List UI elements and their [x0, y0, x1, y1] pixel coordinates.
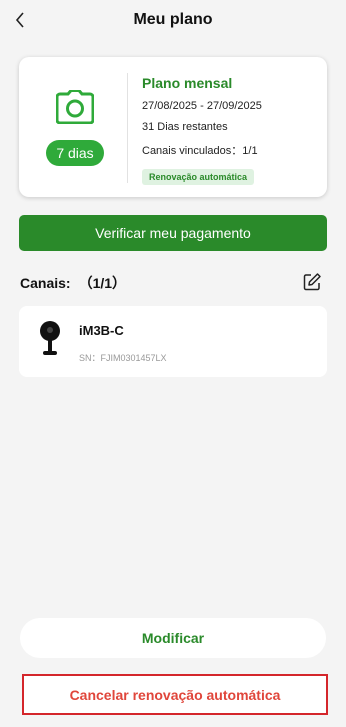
modify-button[interactable]: Modificar [20, 618, 326, 658]
top-bar: Meu plano [0, 0, 346, 40]
device-name: iM3B-C [79, 323, 124, 338]
chevron-left-icon [15, 12, 24, 28]
plan-linked-channels: Canais vinculados：1/1 [142, 145, 258, 157]
back-button[interactable] [8, 8, 32, 32]
plan-period: 27/08/2025 - 27/09/2025 [142, 100, 262, 112]
plan-remaining: 31 Dias restantes [142, 121, 228, 133]
channels-count: （1/1） [78, 275, 127, 291]
plan-card: 7 dias Plano mensal 27/08/2025 - 27/09/2… [19, 57, 327, 197]
camera-device-icon [40, 321, 60, 355]
cancel-auto-renew-button[interactable]: Cancelar renovação automática [22, 674, 328, 715]
plan-details: Plano mensal 27/08/2025 - 27/09/2025 31 … [142, 75, 322, 185]
auto-renew-badge: Renovação automática [142, 169, 255, 185]
plan-name: Plano mensal [142, 75, 233, 91]
plan-divider [127, 73, 128, 183]
page-title: Meu plano [133, 11, 213, 28]
days-badge: 7 dias [46, 140, 104, 166]
plan-summary: 7 dias [19, 57, 127, 197]
edit-channels-button[interactable] [302, 272, 322, 292]
camera-icon [56, 90, 94, 124]
edit-icon [303, 273, 321, 291]
verify-payment-button[interactable]: Verificar meu pagamento [19, 215, 327, 251]
device-serial: SN：FJIM0301457LX [79, 353, 167, 363]
channels-header: Canais: （1/1） [20, 272, 328, 294]
channel-list-item[interactable]: iM3B-C SN：FJIM0301457LX [19, 306, 327, 377]
channels-label: Canais: [20, 275, 71, 291]
